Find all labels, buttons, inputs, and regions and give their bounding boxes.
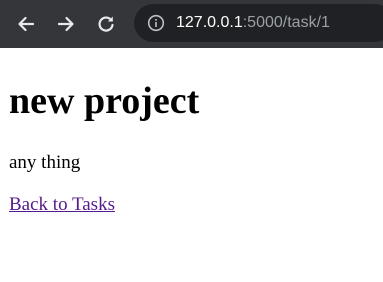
url-path: :5000/task/1 [242, 14, 330, 31]
page-title: new project [9, 80, 200, 122]
forward-button[interactable] [53, 11, 79, 37]
back-to-tasks-link[interactable]: Back to Tasks [9, 193, 115, 217]
address-bar[interactable]: 127.0.0.1:5000/task/1 [134, 4, 383, 42]
arrow-right-icon [57, 16, 74, 32]
url-host: 127.0.0.1 [176, 14, 243, 31]
browser-toolbar: 127.0.0.1:5000/task/1 [0, 0, 383, 48]
info-icon[interactable] [147, 14, 165, 32]
reload-button[interactable] [93, 11, 119, 37]
task-description: any thing [9, 152, 81, 173]
reload-icon [98, 16, 114, 32]
url-text[interactable]: 127.0.0.1:5000/task/1 [176, 12, 330, 34]
arrow-left-icon [18, 16, 35, 32]
back-button[interactable] [13, 11, 39, 37]
